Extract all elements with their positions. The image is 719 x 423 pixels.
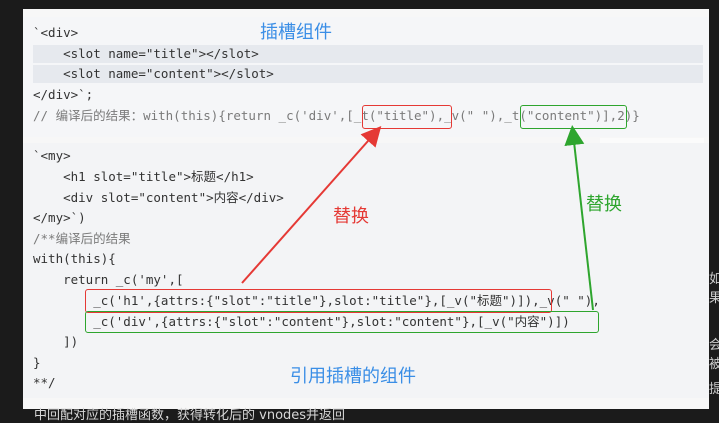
green-replace-arrow (564, 125, 594, 311)
background-paragraph: 中回配对应的插槽函数，获得转化后的 vnodes并返回 (34, 408, 346, 423)
replace-label-red: 替换 (333, 206, 369, 227)
replace-label-green: 替换 (586, 194, 622, 215)
background-side-text: 提 (709, 382, 719, 397)
background-side-text: 如果 (709, 272, 719, 306)
background-side-text: 会被 (709, 338, 719, 372)
